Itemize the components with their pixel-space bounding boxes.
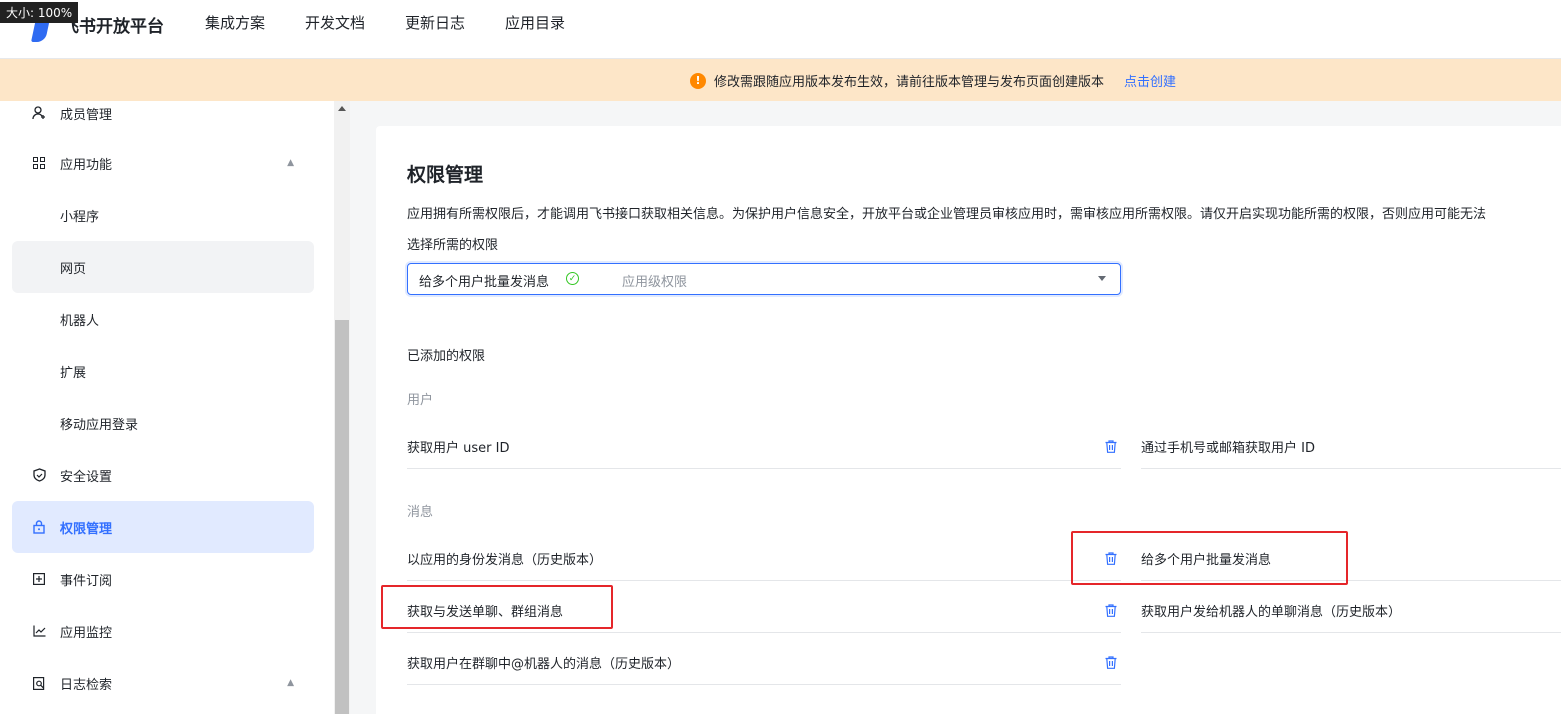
group-label-message: 消息 bbox=[407, 505, 434, 520]
user-add-icon bbox=[32, 106, 46, 120]
nav-item-changelog[interactable]: 更新日志 bbox=[405, 12, 465, 33]
sidebar-item-extension[interactable]: 扩展 bbox=[12, 345, 314, 397]
sidebar-scrollbar-thumb[interactable] bbox=[335, 320, 349, 714]
permission-name: 获取用户 user ID bbox=[407, 440, 510, 456]
sidebar-item-mobile-login[interactable]: 移动应用登录 bbox=[12, 397, 314, 449]
sidebar-item-bot[interactable]: 机器人 bbox=[12, 293, 314, 345]
zoom-badge: 大小: 100% bbox=[0, 2, 79, 23]
sidebar-item-log-search[interactable]: 日志检索 ▲ bbox=[12, 657, 314, 709]
nav-item-docs[interactable]: 开发文档 bbox=[305, 12, 365, 33]
permission-row: 通过手机号或邮箱获取用户 ID bbox=[1141, 424, 1561, 469]
banner-message: 修改需跟随应用版本发布生效，请前往版本管理与发布页面创建版本 bbox=[714, 75, 1105, 90]
chevron-up-icon[interactable]: ▲ bbox=[287, 158, 294, 168]
sidebar-item-mini-program[interactable]: 小程序 bbox=[12, 189, 314, 241]
nav-item-solutions[interactable]: 集成方案 bbox=[205, 12, 265, 33]
delete-icon[interactable] bbox=[1105, 656, 1117, 669]
nav-item-app-directory[interactable]: 应用目录 bbox=[505, 12, 565, 33]
scroll-up-arrow-icon[interactable] bbox=[338, 106, 346, 111]
chart-icon bbox=[32, 624, 46, 638]
permission-level: 应用级权限 bbox=[622, 275, 688, 290]
sidebar-item-label: 机器人 bbox=[60, 313, 100, 329]
create-version-link[interactable]: 点击创建 bbox=[1124, 71, 1176, 90]
permission-name: 获取用户在群聊中@机器人的消息（历史版本） bbox=[407, 656, 681, 672]
select-permission-label: 选择所需的权限 bbox=[407, 238, 499, 253]
sidebar-item-label: 事件订阅 bbox=[60, 573, 113, 589]
added-permissions-label: 已添加的权限 bbox=[407, 349, 486, 364]
selected-permission: 给多个用户批量发消息 bbox=[419, 275, 550, 290]
sidebar-item-label: 应用监控 bbox=[60, 625, 113, 641]
chevron-up-icon[interactable]: ▲ bbox=[287, 678, 294, 688]
sidebar-item-members[interactable]: 成员管理 bbox=[12, 87, 314, 139]
permission-name: 通过手机号或邮箱获取用户 ID bbox=[1141, 440, 1315, 456]
delete-icon[interactable] bbox=[1105, 440, 1117, 453]
permission-name: 以应用的身份发消息（历史版本） bbox=[407, 552, 603, 568]
sidebar: 成员管理 应用功能 ▲ 小程序 网页 机器人 扩展 移动应用登录 安全设置 权限… bbox=[0, 101, 334, 714]
sidebar-item-app-features[interactable]: 应用功能 ▲ bbox=[12, 137, 314, 189]
lock-icon bbox=[32, 520, 46, 534]
sidebar-item-security[interactable]: 安全设置 bbox=[12, 449, 314, 501]
top-nav-bar: 飞书开放平台 集成方案 开发文档 更新日志 应用目录 bbox=[0, 0, 1561, 59]
highlight-box bbox=[1071, 531, 1348, 585]
sidebar-item-event-subscription[interactable]: 事件订阅 bbox=[12, 553, 314, 605]
grid-icon bbox=[32, 156, 46, 170]
highlight-box bbox=[381, 585, 613, 629]
search-doc-icon bbox=[32, 676, 46, 690]
sidebar-item-app-monitor[interactable]: 应用监控 bbox=[12, 605, 314, 657]
delete-icon[interactable] bbox=[1105, 604, 1117, 617]
check-circle-icon: ✓ bbox=[566, 272, 579, 285]
group-label-user: 用户 bbox=[407, 393, 434, 408]
permission-select[interactable]: 给多个用户批量发消息 ✓ 应用级权限 bbox=[407, 263, 1121, 295]
top-nav: 集成方案 开发文档 更新日志 应用目录 bbox=[205, 12, 565, 33]
sidebar-item-label: 安全设置 bbox=[60, 469, 113, 485]
sidebar-item-label: 扩展 bbox=[60, 365, 87, 381]
warning-icon: ! bbox=[690, 72, 706, 89]
shield-icon bbox=[32, 468, 46, 482]
page-description: 应用拥有所需权限后，才能调用飞书接口获取相关信息。为保护用户信息安全，开放平台或… bbox=[407, 207, 1487, 222]
sidebar-item-label: 权限管理 bbox=[60, 521, 113, 537]
permission-row: 以应用的身份发消息（历史版本） bbox=[407, 536, 1121, 581]
permission-row: 获取用户 user ID bbox=[407, 424, 1121, 469]
sidebar-item-webpage[interactable]: 网页 bbox=[12, 241, 314, 293]
sidebar-item-label: 日志检索 bbox=[60, 677, 113, 693]
sidebar-item-permissions[interactable]: 权限管理 bbox=[12, 501, 314, 553]
permission-row: 获取用户在群聊中@机器人的消息（历史版本） bbox=[407, 640, 1121, 685]
page-title: 权限管理 bbox=[407, 164, 484, 186]
plus-square-icon bbox=[32, 572, 46, 586]
dropdown-arrow-icon[interactable] bbox=[1098, 276, 1106, 281]
sidebar-item-label: 移动应用登录 bbox=[60, 417, 139, 433]
sidebar-item-label: 应用功能 bbox=[60, 157, 113, 173]
permission-row: 获取用户发给机器人的单聊消息（历史版本） bbox=[1141, 588, 1561, 633]
permission-name: 获取用户发给机器人的单聊消息（历史版本） bbox=[1141, 604, 1402, 620]
sidebar-item-label: 小程序 bbox=[60, 209, 100, 225]
sidebar-item-label: 网页 bbox=[60, 261, 87, 277]
sidebar-item-label: 成员管理 bbox=[60, 107, 113, 123]
